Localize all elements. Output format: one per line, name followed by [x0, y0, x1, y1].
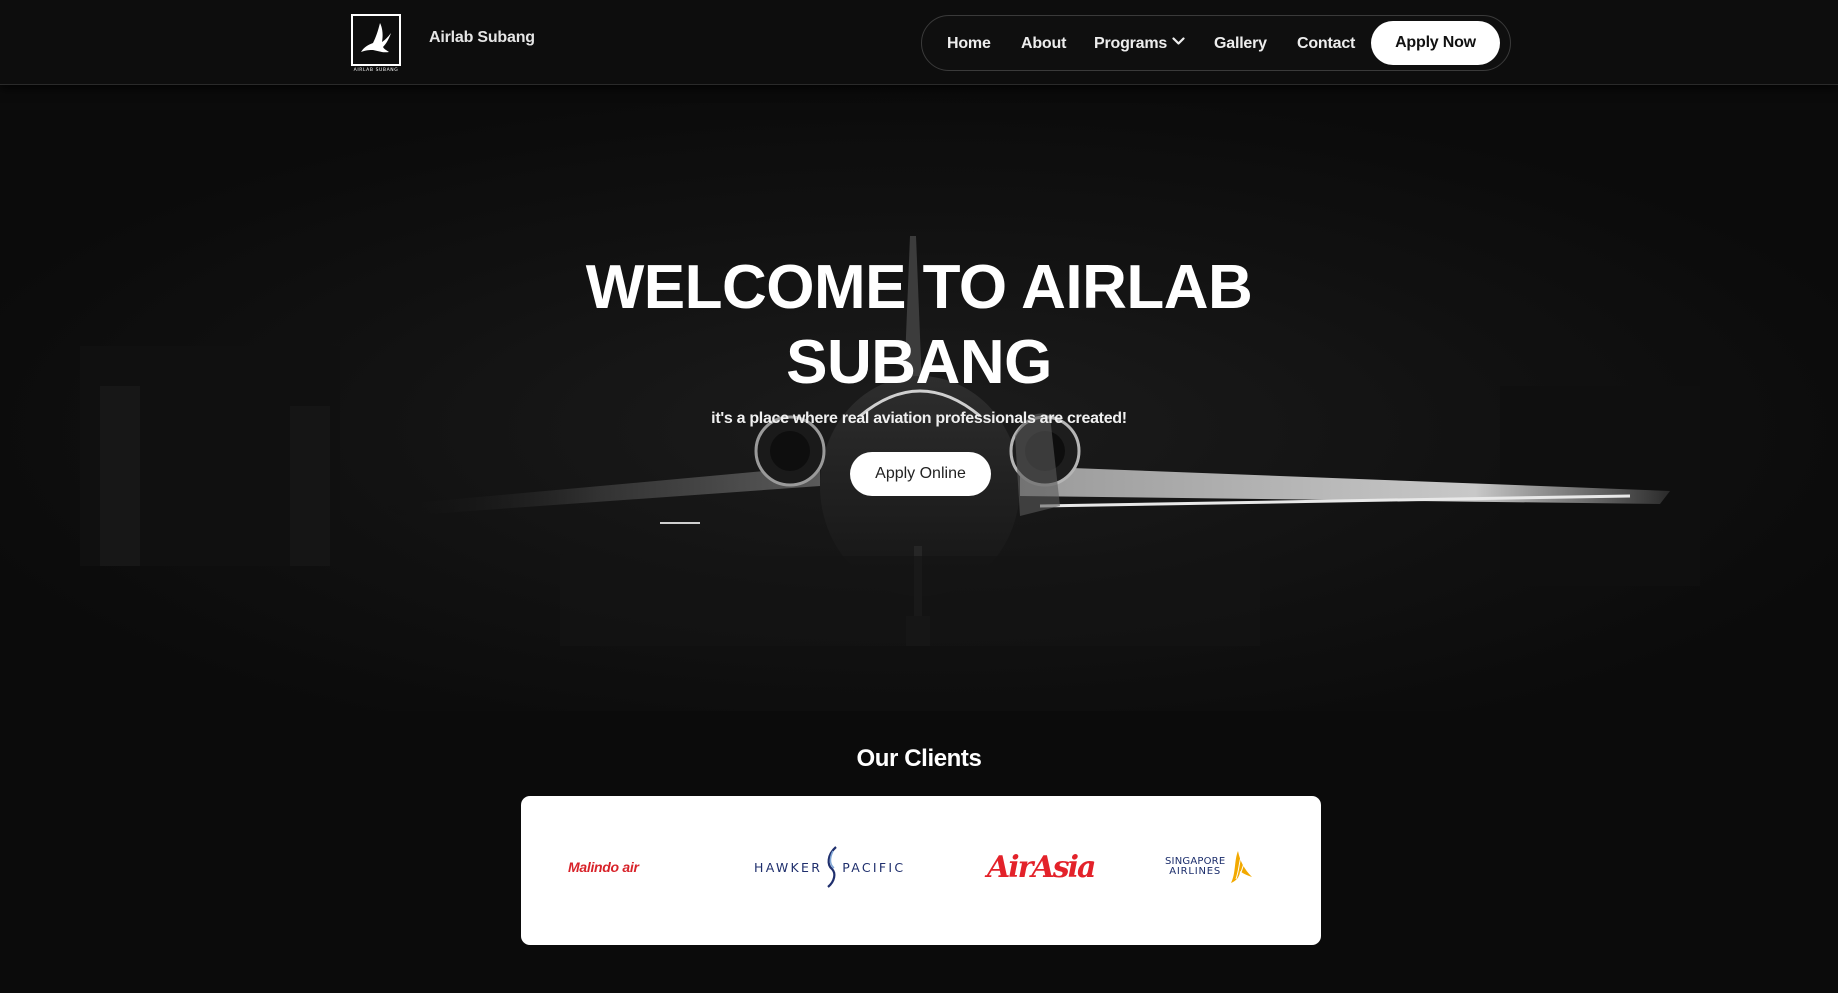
airasia-logo: AirAsia	[987, 842, 1096, 892]
nav-contact[interactable]: Contact	[1297, 35, 1355, 53]
chevron-down-icon	[1172, 33, 1185, 51]
site-logo[interactable]: AIRLAB SUBANG	[349, 14, 403, 74]
nav-gallery[interactable]: Gallery	[1214, 35, 1267, 53]
logo-frame	[351, 14, 401, 66]
malindo-air-wordmark: Malindo air	[568, 859, 639, 875]
airasia-wordmark: AirAsia	[987, 849, 1096, 885]
hawker-swoosh-icon	[827, 846, 837, 888]
pacific-wordmark: PACIFIC	[842, 859, 906, 875]
hero-title: WELCOME TO AIRLAB SUBANG	[585, 253, 1253, 397]
main-nav: Home About Programs Gallery Contact Appl…	[921, 15, 1511, 71]
malindo-air-logo: Malindo air	[568, 842, 639, 892]
clients-heading: Our Clients	[856, 745, 982, 772]
singapore-bird-icon	[1231, 851, 1253, 883]
brand-name[interactable]: Airlab Subang	[429, 29, 535, 47]
singapore-line-2: AIRLINES	[1169, 866, 1222, 877]
site-header: AIRLAB SUBANG Airlab Subang Home About P…	[0, 0, 1838, 85]
logo-wordmark: AIRLAB SUBANG	[353, 68, 399, 73]
nav-programs-label: Programs	[1094, 35, 1168, 52]
bird-icon	[361, 23, 391, 53]
hero-section: WELCOME TO AIRLAB SUBANG it's a place wh…	[0, 86, 1838, 711]
singapore-airlines-wordmark: SINGAPORE AIRLINES	[1165, 857, 1225, 877]
apply-online-button[interactable]: Apply Online	[850, 452, 991, 496]
nav-programs[interactable]: Programs	[1094, 35, 1185, 53]
hawker-pacific-logo: HAWKER PACIFIC	[754, 842, 905, 892]
singapore-airlines-logo: SINGAPORE AIRLINES	[1165, 842, 1254, 892]
nav-home[interactable]: Home	[947, 35, 991, 53]
hero-subtitle: it's a place where real aviation profess…	[711, 410, 1127, 427]
nav-about[interactable]: About	[1021, 35, 1066, 53]
page: AIRLAB SUBANG Airlab Subang Home About P…	[0, 0, 1838, 993]
clients-logo-card: Malindo air HAWKER PACIFIC AirAsia SINGA…	[521, 796, 1321, 945]
brand[interactable]: AIRLAB SUBANG Airlab Subang	[349, 14, 535, 74]
apply-now-button[interactable]: Apply Now	[1371, 21, 1500, 65]
hawker-wordmark: HAWKER	[754, 859, 823, 875]
